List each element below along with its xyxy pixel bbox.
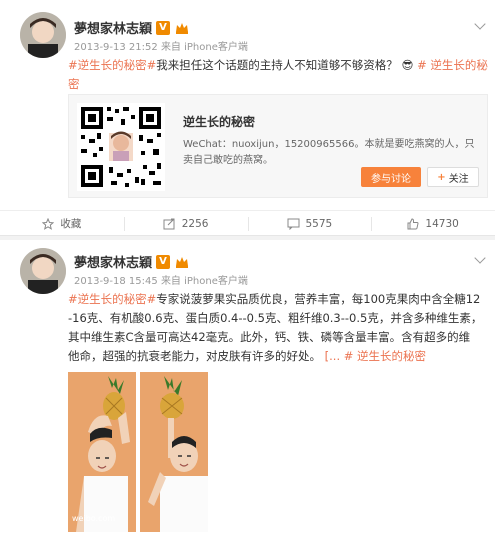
repost-button[interactable]: 2256 bbox=[123, 211, 248, 236]
crown-icon bbox=[174, 255, 190, 269]
post-photo-1[interactable] bbox=[68, 372, 136, 532]
post-action-bar: 收藏 2256 5575 14730 bbox=[0, 210, 495, 236]
topic-share-card[interactable]: 逆生长的秘密 WeChat：nuoxijun，15200965566。本就是要吃… bbox=[68, 94, 488, 198]
follow-button[interactable]: + 关注 bbox=[427, 167, 479, 187]
post-text: #逆生长的秘密#专家说菠萝果实品质优良，营养丰富，每100克果肉中含全糖12 -… bbox=[68, 290, 492, 366]
verified-icon: V bbox=[156, 254, 171, 269]
author-name[interactable]: 夢想家林志穎 bbox=[74, 252, 152, 271]
share-card-description: WeChat：nuoxijun，15200965566。本就是要吃燕窝的人，只卖… bbox=[183, 139, 475, 166]
repost-count: 2256 bbox=[181, 217, 209, 230]
share-card-title[interactable]: 逆生长的秘密 bbox=[183, 113, 255, 130]
comment-button[interactable]: 5575 bbox=[247, 211, 372, 236]
author-name[interactable]: 夢想家林志穎 bbox=[74, 18, 152, 37]
author-avatar[interactable] bbox=[20, 12, 66, 58]
plus-icon: + bbox=[437, 171, 446, 183]
chevron-down-icon[interactable] bbox=[474, 252, 486, 264]
topic-tag[interactable]: #逆生长的秘密# bbox=[68, 292, 156, 306]
post-source: 来自 iPhone客户端 bbox=[160, 276, 248, 287]
author-avatar[interactable] bbox=[20, 248, 66, 294]
post-source: 来自 iPhone客户端 bbox=[160, 42, 248, 53]
post-text: #逆生长的秘密#我来担任这个话题的主持人不知道够不够资格？ 😎 # 逆生长的秘密 bbox=[68, 56, 488, 94]
comment-count: 5575 bbox=[305, 217, 333, 230]
post-body: 我来担任这个话题的主持人不知道够不够资格？ bbox=[156, 58, 398, 72]
comment-icon bbox=[287, 218, 299, 230]
follow-label: 关注 bbox=[448, 173, 469, 185]
post-line-3: 其中维生素C含量可高达42毫克。此外，钙、铁、磷等含量丰富。含有超多的维 bbox=[68, 330, 471, 344]
emoji-cool: 😎 bbox=[401, 58, 414, 72]
topic-link[interactable]: # 逆生长的秘密 bbox=[344, 349, 426, 363]
like-button[interactable]: 14730 bbox=[371, 211, 495, 236]
weibo-post-1: 夢想家林志穎 V 2013-9-13 21:52 来自 iPhone客户端 #逆… bbox=[0, 0, 495, 236]
post-line-1: 专家说菠萝果实品质优良，营养丰富，每100克果肉中含全糖12 bbox=[156, 292, 481, 306]
qr-code-image bbox=[77, 103, 165, 191]
join-discussion-button[interactable]: 参与讨论 bbox=[361, 167, 421, 187]
read-more-link[interactable]: [... bbox=[325, 349, 340, 363]
chevron-down-icon[interactable] bbox=[474, 18, 486, 30]
like-count: 14730 bbox=[425, 217, 459, 230]
star-icon bbox=[42, 217, 55, 230]
repost-icon bbox=[163, 218, 175, 229]
topic-tag[interactable]: #逆生长的秘密# bbox=[68, 58, 156, 72]
post-line-2: -16克、有机酸0.6克、蛋白质0.4--0.5克、粗纤维0.3--0.5克，并… bbox=[68, 311, 483, 325]
favorite-label: 收藏 bbox=[60, 218, 82, 230]
post-timestamp[interactable]: 2013-9-18 15:45 bbox=[74, 276, 158, 287]
verified-icon: V bbox=[156, 20, 171, 35]
post-photo-2[interactable] bbox=[140, 372, 208, 532]
post-timestamp[interactable]: 2013-9-13 21:52 bbox=[74, 42, 158, 53]
post-line-4: 他命，超强的抗衰老能力，对皮肤有许多的好处。 bbox=[68, 349, 321, 363]
favorite-button[interactable]: 收藏 bbox=[0, 211, 124, 236]
thumbs-up-icon bbox=[407, 217, 419, 229]
image-watermark: weibo.com bbox=[72, 514, 116, 523]
crown-icon bbox=[174, 21, 190, 35]
